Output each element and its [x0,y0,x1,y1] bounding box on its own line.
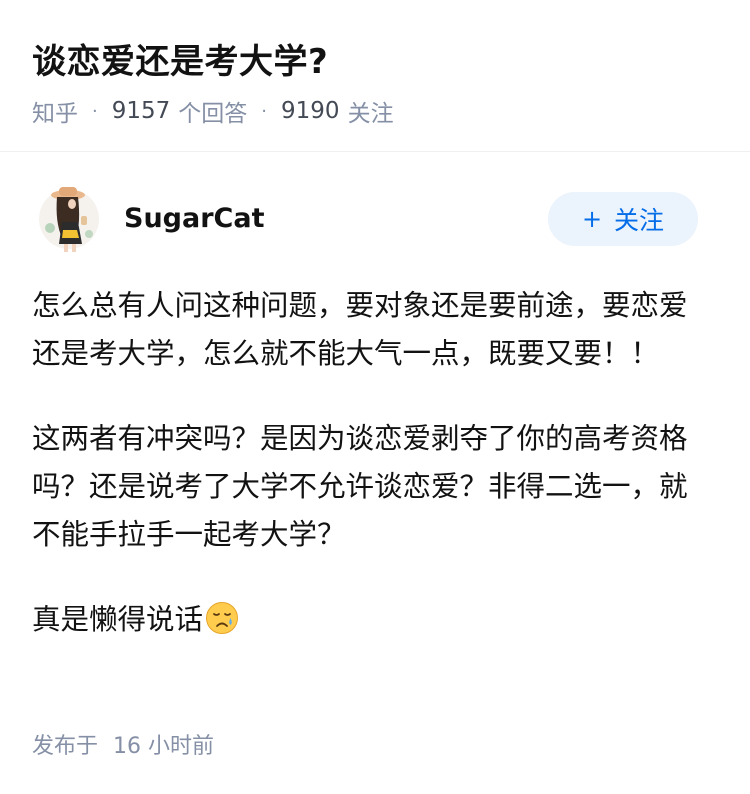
sad-relieved-face-icon [205,601,239,650]
answers-label[interactable]: 个回答 [178,94,247,128]
answer-paragraph-last: 真是懒得说话 [32,596,702,650]
separator-dot: · [92,100,98,122]
plus-icon: + [581,205,603,233]
follow-label: 关注 [614,206,665,235]
author-name[interactable]: SugarCat [124,203,264,234]
post-time: 发布于 16 小时前 [32,728,214,760]
separator-dot: · [261,100,268,122]
answers-count: 9157 [111,98,171,124]
followers-label[interactable]: 关注 [348,94,394,128]
question-title[interactable]: 谈恋爱还是考大学? [32,34,328,83]
answer-paragraph-text: 真是懒得说话 [32,603,204,636]
answer-content: 怎么总有人问这种问题，要对象还是要前途，要恋爱还是考大学，怎么就不能大气一点，既… [32,282,702,650]
followers-count: 9190 [281,98,340,124]
answer-paragraph: 这两者有冲突吗？是因为谈恋爱剥夺了你的高考资格吗？还是说考了大学不允许谈恋爱？非… [32,422,688,551]
question-meta: 知乎 · 9157 个回答 · 9190 关注 [32,94,394,128]
question-header: 谈恋爱还是考大学? 知乎 · 9157 个回答 · 9190 关注 [0,0,750,152]
avatar[interactable] [32,182,106,256]
source-label[interactable]: 知乎 [32,94,78,128]
answer-paragraph: 怎么总有人问这种问题，要对象还是要前途，要恋爱还是考大学，怎么就不能大气一点，既… [32,289,688,370]
avatar-image [32,182,106,256]
posted-time: 16 小时前 [113,734,215,759]
posted-label: 发布于 [32,734,99,759]
follow-button[interactable]: + 关注 [548,192,698,246]
